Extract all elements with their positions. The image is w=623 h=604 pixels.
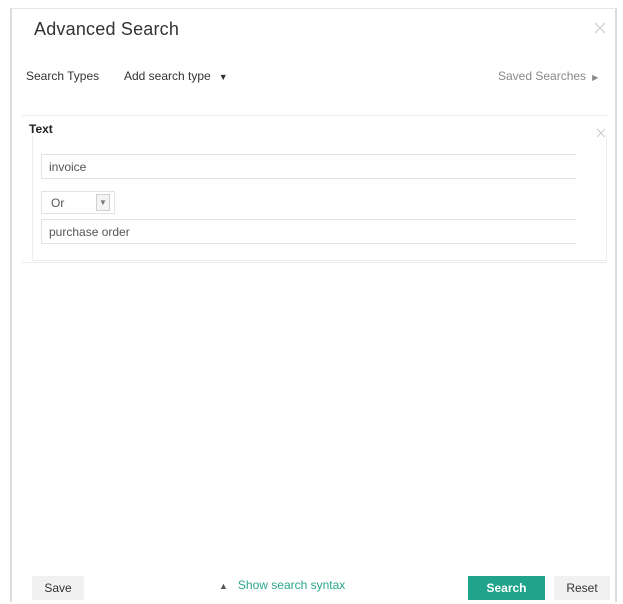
save-button[interactable]: Save: [32, 576, 84, 600]
advanced-search-dialog: Advanced Search Search Types Add search …: [10, 8, 617, 602]
add-search-type-dropdown[interactable]: Add search type ▼: [114, 65, 238, 87]
reset-button[interactable]: Reset: [554, 576, 610, 600]
search-types-label: Search Types: [26, 69, 100, 83]
add-search-type-label: Add search type: [124, 69, 211, 83]
text-term-input-2[interactable]: [41, 219, 576, 244]
caret-down-icon: ▼: [218, 72, 228, 82]
dialog-close-button[interactable]: [592, 20, 608, 36]
close-icon: [594, 22, 606, 34]
caret-right-icon: ▶: [592, 73, 599, 82]
saved-searches-menu[interactable]: Saved Searches ▶: [498, 69, 598, 83]
dialog-title: Advanced Search: [34, 19, 180, 39]
operator-select[interactable]: Or ▼: [41, 191, 115, 214]
show-search-syntax-label: Show search syntax: [237, 578, 346, 592]
chevron-up-icon: ▲: [219, 581, 228, 591]
show-search-syntax-link[interactable]: ▲ Show search syntax: [219, 578, 345, 592]
search-button[interactable]: Search: [468, 576, 545, 600]
text-panel-title: Text: [29, 122, 53, 136]
text-term-input-1[interactable]: [41, 154, 576, 179]
saved-searches-label: Saved Searches: [498, 69, 587, 83]
operator-value: Or: [51, 196, 65, 210]
chevron-down-icon: ▼: [96, 194, 110, 211]
